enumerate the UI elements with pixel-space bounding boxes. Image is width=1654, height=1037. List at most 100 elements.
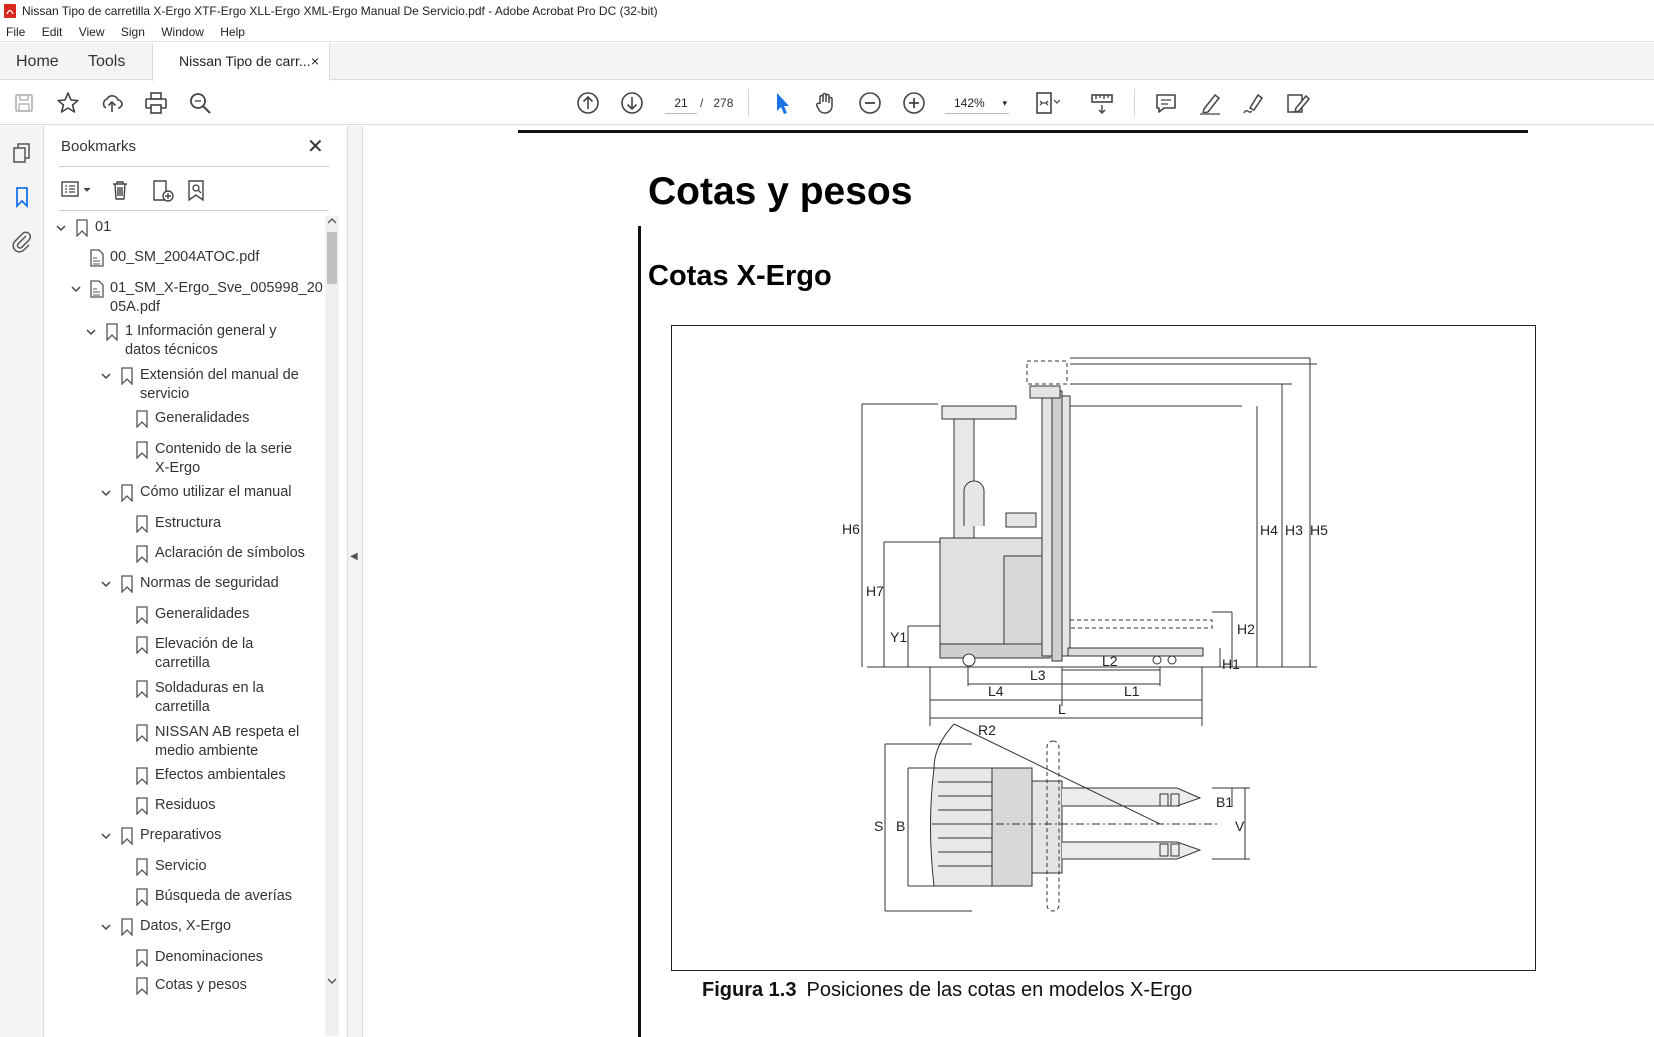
bookmarks-toolbar <box>59 170 329 210</box>
bookmark-item[interactable]: Denominaciones <box>155 948 325 967</box>
comment-icon[interactable] <box>1152 89 1180 117</box>
bookmark-item[interactable]: Soldaduras en la carretilla <box>155 679 325 717</box>
bookmark-item[interactable]: Búsqueda de averías <box>155 887 325 906</box>
menu-window[interactable]: Window <box>161 25 204 39</box>
bookmark-item[interactable]: 01_SM_X-Ergo_Sve_005998_20 05A.pdf <box>110 279 325 317</box>
tab-document[interactable]: Nissan Tipo de carr... × <box>152 43 330 81</box>
tab-home[interactable]: Home <box>16 43 59 80</box>
chevron-down-icon[interactable] <box>100 921 112 936</box>
bookmark-icon <box>120 484 134 503</box>
chevron-down-icon[interactable] <box>100 830 112 845</box>
navigation-rail <box>0 126 44 1037</box>
scrollbar-thumb[interactable] <box>327 232 337 284</box>
bookmark-icon <box>135 545 149 564</box>
prev-page-icon[interactable] <box>574 89 602 117</box>
bookmark-label: Cómo utilizar el manual <box>140 484 292 500</box>
bookmark-item[interactable]: Estructura <box>155 514 325 533</box>
bookmark-item[interactable]: Residuos <box>155 796 325 815</box>
bookmark-label: Preparativos <box>140 827 222 843</box>
measure-icon[interactable] <box>1088 89 1116 117</box>
close-icon[interactable]: ✕ <box>307 134 324 159</box>
bookmark-label-line2: carretilla <box>155 699 210 715</box>
tab-close-icon[interactable]: × <box>311 43 319 80</box>
chevron-down-icon: ▾ <box>1002 98 1007 108</box>
menu-file[interactable]: File <box>6 25 25 39</box>
sign-icon[interactable] <box>1240 89 1268 117</box>
collapse-panel-icon[interactable]: ◀ <box>350 551 358 562</box>
bookmark-item[interactable]: Preparativos <box>140 826 325 845</box>
page-thumbnails-icon[interactable] <box>9 140 35 166</box>
toolbar-divider <box>1134 89 1135 117</box>
menu-sign[interactable]: Sign <box>121 25 145 39</box>
bookmark-item[interactable]: 01 <box>95 218 325 237</box>
chevron-down-icon[interactable] <box>70 283 82 298</box>
bookmark-label: Efectos ambientales <box>155 767 286 783</box>
hand-icon[interactable] <box>812 89 840 117</box>
window-title-bar: Nissan Tipo de carretilla X-Ergo XTF-Erg… <box>0 0 1654 22</box>
bookmark-item[interactable]: Generalidades <box>155 409 325 428</box>
bookmark-label-line2: carretilla <box>155 655 210 671</box>
bookmark-icon <box>105 323 119 342</box>
print-icon[interactable] <box>142 89 170 117</box>
highlight-icon[interactable] <box>1196 89 1224 117</box>
bookmark-item[interactable]: Cotas y pesos <box>155 976 325 995</box>
bookmark-item[interactable]: Efectos ambientales <box>155 766 325 785</box>
bookmark-label: Residuos <box>155 797 216 813</box>
select-cursor-icon[interactable] <box>768 89 796 117</box>
scroll-up-icon[interactable] <box>327 216 337 226</box>
menu-view[interactable]: View <box>79 25 105 39</box>
chevron-down-icon[interactable] <box>100 487 112 502</box>
chevron-down-icon[interactable] <box>100 370 112 385</box>
search-zoom-icon[interactable] <box>186 89 214 117</box>
scroll-down-icon[interactable] <box>327 976 337 986</box>
panel-splitter[interactable]: ◀ <box>347 126 363 1037</box>
bookmark-item[interactable]: Normas de seguridad <box>140 574 325 593</box>
bookmark-item[interactable]: Datos, X-Ergo <box>140 917 325 936</box>
chevron-down-icon[interactable] <box>100 578 112 593</box>
chevron-down-icon[interactable] <box>85 326 97 341</box>
label-V: V <box>1235 818 1245 834</box>
document-viewer[interactable]: Cotas y pesos Cotas X-Ergo H6 H7 Y1 H4 H… <box>364 126 1654 1037</box>
bookmark-item[interactable]: Aclaración de símbolos <box>155 544 325 563</box>
label-B1: B1 <box>1216 794 1233 810</box>
figure-caption: Figura 1.3 Posiciones de las cotas en mod… <box>702 979 1192 1002</box>
zoom-level-select[interactable]: 142% ▾ <box>945 92 1009 114</box>
edit-icon[interactable] <box>1284 89 1312 117</box>
next-page-icon[interactable] <box>618 89 646 117</box>
new-bookmark-icon[interactable] <box>150 178 176 204</box>
bookmark-item[interactable]: Elevación de la carretilla <box>155 635 325 673</box>
delete-bookmark-icon[interactable] <box>108 178 132 202</box>
tab-document-label: Nissan Tipo de carr... <box>179 53 311 69</box>
star-icon[interactable] <box>54 89 82 117</box>
bookmark-item[interactable]: NISSAN AB respeta el medio ambiente <box>155 723 325 761</box>
page-number-input[interactable]: 21 <box>665 92 697 114</box>
bookmark-item[interactable]: Cómo utilizar el manual <box>140 483 325 502</box>
bookmark-item[interactable]: Servicio <box>155 857 325 876</box>
bookmarks-scrollbar[interactable] <box>325 216 339 1036</box>
attachment-icon[interactable] <box>9 228 35 254</box>
fit-page-icon[interactable] <box>1032 89 1061 117</box>
save-icon[interactable] <box>10 89 38 117</box>
toolbar-divider <box>748 89 749 117</box>
menu-help[interactable]: Help <box>220 25 245 39</box>
find-bookmark-icon[interactable] <box>185 178 211 204</box>
bookmark-panel-icon[interactable] <box>9 184 35 210</box>
bookmark-item[interactable]: 1 Información general y datos técnicos <box>125 322 325 360</box>
bookmark-icon <box>120 827 134 846</box>
bookmark-item[interactable]: Generalidades <box>155 605 325 624</box>
zoom-out-icon[interactable] <box>856 89 884 117</box>
bookmark-item[interactable]: Contenido de la serie X-Ergo <box>155 440 325 478</box>
upload-icon[interactable] <box>98 89 126 117</box>
bookmark-item[interactable]: 00_SM_2004ATOC.pdf <box>110 248 325 267</box>
bookmark-item[interactable]: Extensión del manual de servicio <box>140 366 325 404</box>
window-title: Nissan Tipo de carretilla X-Ergo XTF-Erg… <box>22 4 658 18</box>
bookmark-options-icon[interactable] <box>59 178 99 202</box>
bookmark-label: 01 <box>95 219 112 235</box>
bookmark-icon <box>135 858 149 877</box>
chevron-down-icon[interactable] <box>55 222 67 237</box>
tab-tools[interactable]: Tools <box>88 43 125 80</box>
label-H1: H1 <box>1222 656 1240 672</box>
zoom-in-icon[interactable] <box>900 89 928 117</box>
menu-edit[interactable]: Edit <box>42 25 63 39</box>
page-top-rule <box>518 130 1528 133</box>
